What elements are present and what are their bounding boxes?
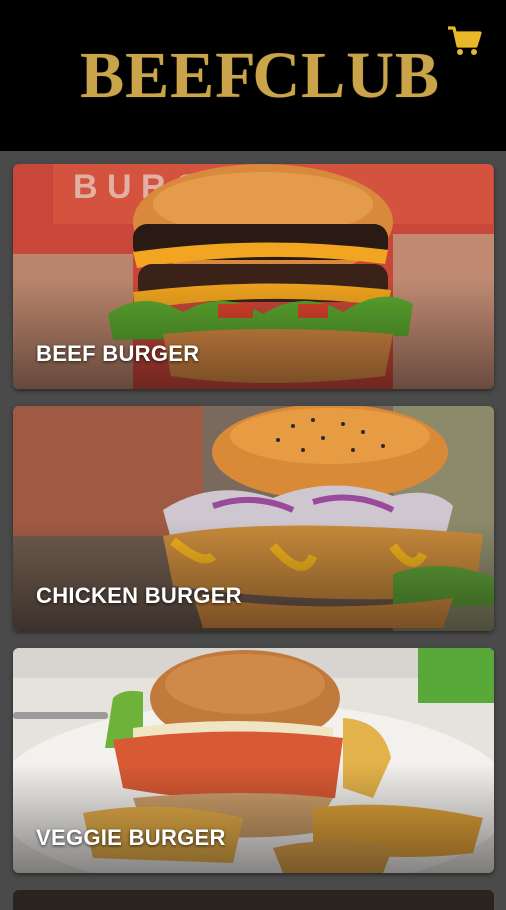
menu-category-list: B U R G E R BEEF BURGER [13, 164, 494, 890]
menu-card-beef-burger[interactable]: B U R G E R BEEF BURGER [13, 164, 494, 389]
menu-card-label: VEGGIE BURGER [36, 825, 226, 850]
beef-club-logo: BEEF CLUB [80, 28, 439, 124]
menu-card-label: CHICKEN BURGER [36, 583, 242, 608]
shopping-cart-icon[interactable] [446, 24, 482, 58]
menu-card-next-peek[interactable] [13, 890, 494, 910]
logo-text-right: CLUB [252, 39, 440, 112]
menu-card-veggie-burger[interactable]: VEGGIE BURGER [13, 648, 494, 873]
app-header: BEEF CLUB [0, 0, 506, 151]
menu-card-label: BEEF BURGER [36, 341, 200, 366]
logo-text-left: BEEF [80, 39, 257, 112]
menu-card-chicken-burger[interactable]: CHICKEN BURGER [13, 406, 494, 631]
